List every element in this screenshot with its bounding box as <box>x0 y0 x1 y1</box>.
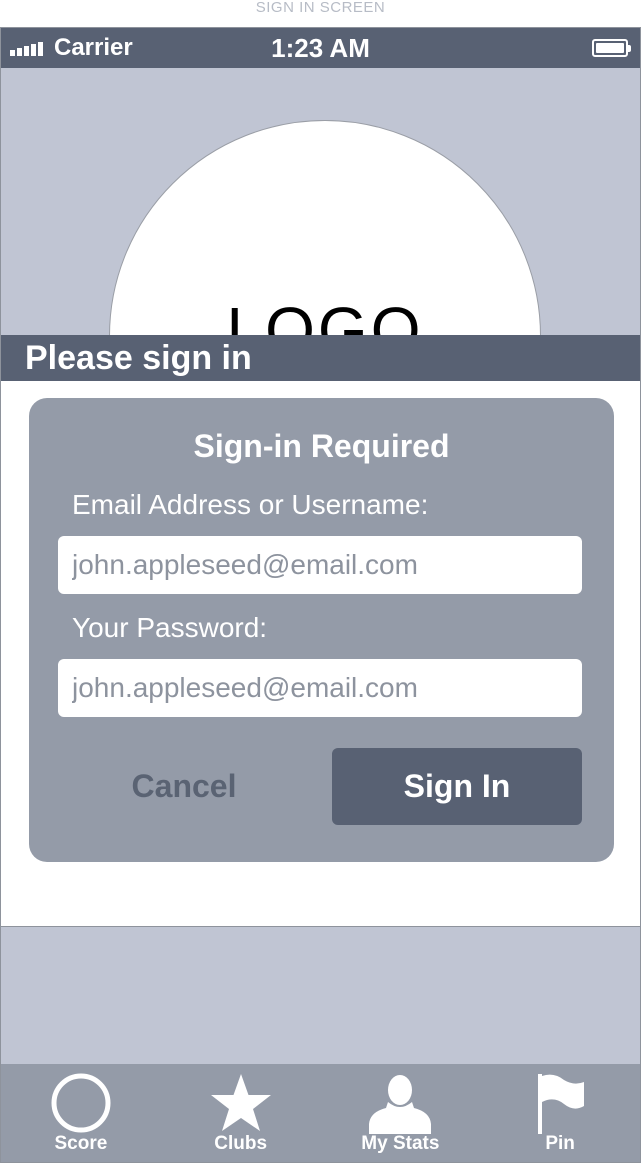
tab-my-stats[interactable]: My Stats <box>321 1064 481 1162</box>
tab-label: Score <box>54 1133 108 1154</box>
star-icon <box>210 1074 271 1131</box>
email-field[interactable] <box>58 536 582 594</box>
tab-label: Clubs <box>214 1133 268 1154</box>
status-bar: Carrier 1:23 AM <box>1 28 640 68</box>
tab-label: Pin <box>545 1133 575 1154</box>
signin-dialog: Sign-in Required Email Address or Userna… <box>29 398 614 862</box>
tab-pin[interactable]: Pin <box>480 1064 640 1162</box>
person-icon <box>369 1075 432 1134</box>
screen-caption: SIGN IN SCREEN <box>255 0 386 16</box>
tab-clubs[interactable]: Clubs <box>161 1064 321 1162</box>
battery-icon <box>592 39 631 57</box>
dialog-title: Sign-in Required <box>193 428 450 464</box>
status-time: 1:23 AM <box>271 33 370 63</box>
circle-icon <box>51 1073 111 1133</box>
sign-in-button[interactable]: Sign In <box>332 748 582 825</box>
tab-score[interactable]: Score <box>1 1064 161 1162</box>
email-label: Email Address or Username: <box>72 489 429 520</box>
tab-bar: Score Clubs My Stats Pin <box>1 1064 640 1162</box>
tab-label: My Stats <box>361 1133 440 1154</box>
flag-icon <box>538 1074 585 1134</box>
password-label: Your Password: <box>72 612 268 643</box>
phone-frame: Carrier 1:23 AM LOGO Please sign in Sign… <box>0 27 641 1163</box>
cancel-button[interactable]: Cancel <box>89 748 279 824</box>
password-field[interactable] <box>58 659 582 717</box>
page-title: Please sign in <box>1 335 640 381</box>
content-panel: Sign-in Required Email Address or Userna… <box>1 381 640 927</box>
